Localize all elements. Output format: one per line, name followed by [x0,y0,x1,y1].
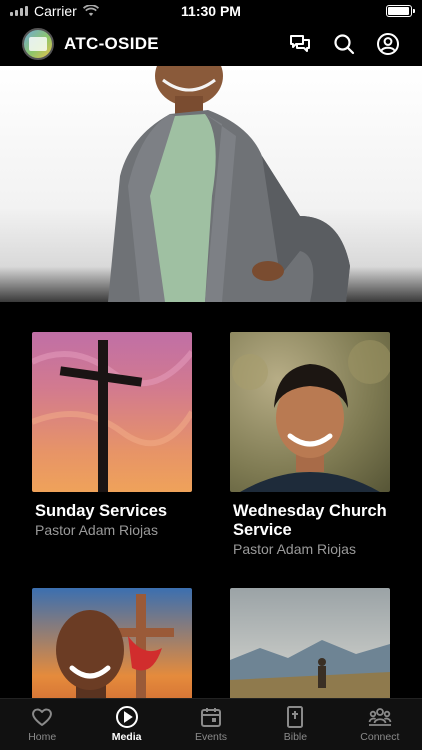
carrier-label: Carrier [34,3,77,19]
status-bar: Carrier 11:30 PM [0,0,422,22]
tab-bar: Home Media Events Bible Connect [0,698,422,750]
chat-icon[interactable] [288,32,312,56]
media-card[interactable]: Wednesday Church Service Pastor Adam Rio… [230,332,390,557]
pastor-portrait-photo [108,66,350,302]
tab-bible[interactable]: Bible [253,699,337,750]
media-card[interactable]: Sunday Services Pastor Adam Riojas [32,332,192,538]
heart-icon [32,708,53,726]
logo-icon[interactable] [22,28,54,60]
tab-home[interactable]: Home [0,699,84,750]
status-left: Carrier [10,3,386,19]
play-circle-icon [115,706,138,728]
cross-shape [32,340,192,492]
tab-label: Media [111,731,142,743]
tab-label: Bible [283,731,308,743]
app-title: ATC-OSIDE [64,34,159,53]
tab-label: Connect [360,731,400,743]
tab-connect[interactable]: Connect [338,699,422,750]
card-subtitle: Pastor Adam Riojas [233,541,356,557]
tab-media[interactable]: Media [84,699,168,750]
wifi-icon [82,5,99,16]
pastor-smiling-photo [230,332,390,492]
hero-banner[interactable] [0,66,422,302]
profile-icon[interactable] [376,32,400,56]
calendar-icon [201,708,222,727]
app-header: ATC-OSIDE [0,26,422,62]
signal-icon [10,6,28,16]
header-actions [288,32,400,56]
portrait-shape [232,340,390,492]
card-title: Sunday Services [35,502,168,520]
card-title: Wednesday Church Service [233,502,387,539]
tab-label: Home [28,731,57,743]
tab-events[interactable]: Events [169,699,253,750]
cross-sunset-photo [32,332,192,492]
battery-fill [388,7,409,15]
bible-icon [287,706,304,728]
tab-label: Events [194,731,228,743]
battery-icon [386,5,415,17]
people-icon [368,708,392,726]
search-icon[interactable] [332,32,356,56]
card-subtitle: Pastor Adam Riojas [35,522,158,538]
